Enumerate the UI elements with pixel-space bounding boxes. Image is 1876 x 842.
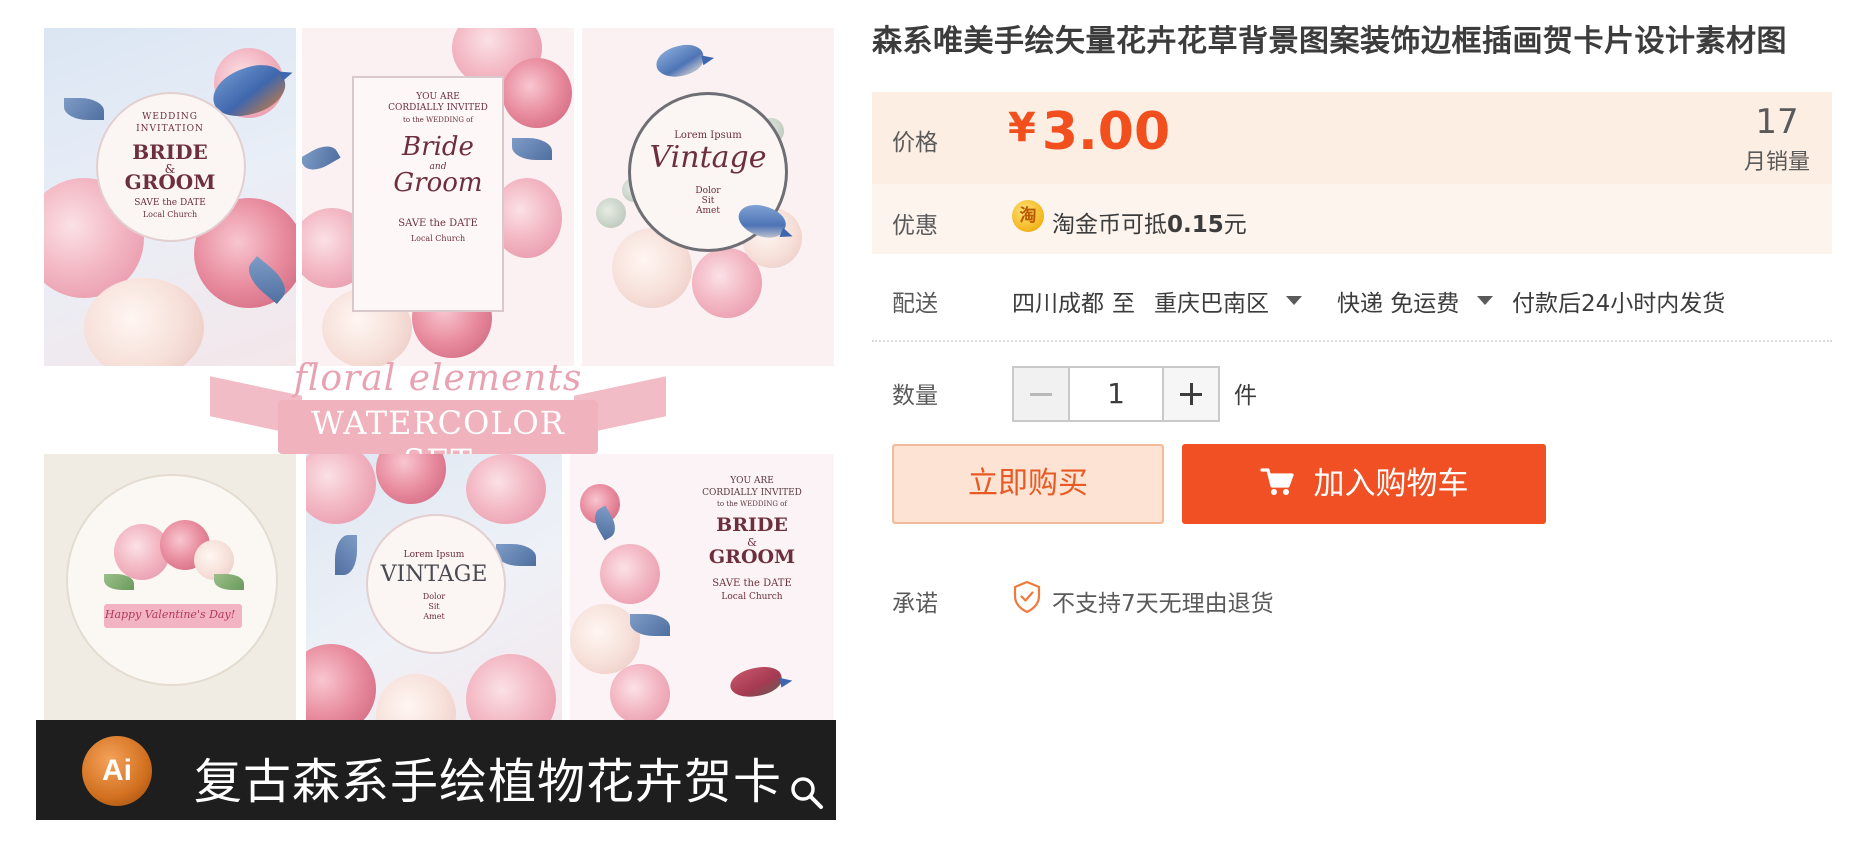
add-to-cart-button[interactable]: 加入购物车 [1182,444,1546,524]
quantity-input[interactable]: 1 [1068,366,1164,422]
card-text: SAVE the DATE [712,578,792,589]
ship-to-word: 至 [1112,291,1135,317]
card-text: Vintage [649,140,767,175]
minus-icon [1030,393,1052,396]
promo-row: 优惠 淘 淘金币可抵0.15元 [872,184,1832,254]
promo-text-suffix: 元 [1223,212,1247,238]
card-text: CORDIALLY INVITED [388,103,488,113]
illustrator-logo-icon: Ai [82,736,152,806]
card-text: SAVE the DATE [134,198,206,208]
shipping-row: 配送 四川成都 至 重庆巴南区 快递 免运费 付款后24小时内发货 [872,264,1832,342]
shopping-cart-icon [1259,468,1294,495]
card-text: SAVE the DATE [398,218,478,229]
price-amount: 3.00 [1041,102,1171,162]
bird-icon [727,663,785,701]
promise-row: 承诺 不支持7天无理由退货 [872,574,1832,622]
ship-to-destination[interactable]: 重庆巴南区 [1154,284,1269,318]
card-text: Groom [393,168,483,198]
card-vintage-roses: Lorem Ipsum VINTAGE Dolor Sit Amet [306,454,562,738]
card-text: GROOM [708,546,796,568]
card-text: Sit [428,602,440,611]
magnifier-icon[interactable] [788,774,826,812]
quantity-stepper: 1 [1012,366,1220,422]
chevron-down-icon[interactable] [1286,296,1302,305]
monthly-sales-count: 17 [1755,102,1799,142]
product-info-panel: 森系唯美手绘矢量花卉花草背景图案装饰边框插画贺卡片设计素材图 价格 ¥3.00 … [872,18,1832,617]
watercolor-ribbon: floral elements WATERCOLOR SET [210,358,666,480]
ship-from: 四川成都 [1012,291,1104,317]
card-text: Bride [402,132,474,162]
card-text: Happy Valentine's Day! [104,608,236,621]
card-vintage-birds: Lorem Ipsum Vintage Dolor Sit Amet [582,28,834,366]
taobao-coin-icon: 淘 [1012,200,1044,232]
card-text: Local Church [410,234,466,243]
card-valentine: Happy Valentine's Day! [44,454,296,738]
card-bride-groom-blue: WEDDING INVITATION BRIDE & GROOM SAVE th… [44,28,296,366]
shield-check-icon [1013,580,1041,614]
image-caption-banner: Ai 复古森系手绘植物花卉贺卡 [36,720,836,820]
card-text: Local Church [721,592,783,602]
ship-time: 付款后24小时内发货 [1512,291,1726,317]
banner-text: 复古森系手绘植物花卉贺卡 [194,754,783,810]
card-text: GROOM [124,170,216,194]
ship-method[interactable]: 快递 免运费 [1337,284,1459,318]
promo-label: 优惠 [892,213,938,239]
promise-text: 不支持7天无理由退货 [1052,591,1274,617]
shipping-label: 配送 [892,291,938,317]
add-to-cart-label: 加入购物车 [1313,466,1469,502]
decrease-quantity-button[interactable] [1012,366,1068,422]
increase-quantity-button[interactable] [1164,366,1220,422]
promo-text: 淘金币可抵0.15元 [1052,205,1247,239]
card-text: Dolor [422,592,446,601]
card-text: Sit [701,196,715,206]
promise-label: 承诺 [892,591,938,617]
promo-amount: 0.15 [1167,212,1224,238]
card-bride-groom-red-bird: YOU ARE CORDIALLY INVITED to the WEDDING… [570,454,834,738]
card-text: to the WEDDING of [717,500,787,508]
card-text: VINTAGE [380,562,488,587]
card-text: to the WEDDING of [403,116,473,124]
card-text: YOU ARE [416,92,460,102]
promo-text-prefix: 淘金币可抵 [1052,212,1167,238]
card-text: YOU ARE [730,476,774,486]
card-text: BRIDE [716,514,788,536]
ribbon-title: floral elements [293,358,583,399]
card-text: Dolor [695,186,721,196]
card-text: Amet [696,206,720,216]
card-text: INVITATION [136,124,204,134]
monthly-sales: 17 月销量 [1744,102,1810,176]
product-image[interactable]: WEDDING INVITATION BRIDE & GROOM SAVE th… [36,26,836,820]
card-bride-groom-script: YOU ARE CORDIALLY INVITED to the WEDDING… [302,28,574,366]
card-text: WEDDING [142,112,198,122]
price-row: 价格 ¥3.00 17 月销量 [872,92,1832,184]
chevron-down-icon[interactable] [1477,296,1493,305]
quantity-unit: 件 [1234,383,1257,409]
monthly-sales-label: 月销量 [1743,150,1810,175]
card-text: CORDIALLY INVITED [702,488,802,498]
price-label: 价格 [892,130,938,156]
card-text: BRIDE [132,140,208,164]
quantity-label: 数量 [892,383,938,409]
card-text: Amet [423,612,445,621]
price-value: ¥3.00 [1008,102,1170,162]
currency-symbol: ¥ [1008,105,1036,151]
card-text: Lorem Ipsum [403,550,465,560]
bird-icon [653,41,707,81]
card-text: Local Church [142,210,198,219]
product-title: 森系唯美手绘矢量花卉花草背景图案装饰边框插画贺卡片设计素材图 [872,24,1787,59]
price-box: 价格 ¥3.00 17 月销量 优惠 淘 淘金币可抵0.15元 [872,92,1832,256]
buy-now-button[interactable]: 立即购买 [892,444,1164,524]
quantity-row: 数量 1 件 [872,348,1832,424]
